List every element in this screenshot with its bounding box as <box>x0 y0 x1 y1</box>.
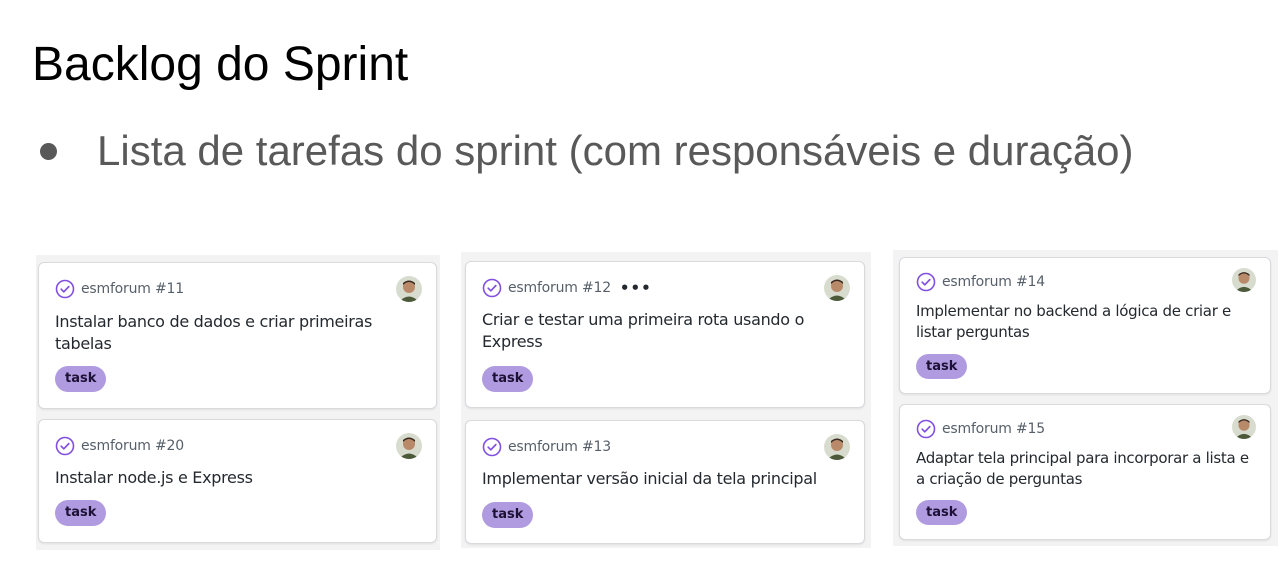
issue-title[interactable]: Adaptar tela principal para incorporar a… <box>916 448 1249 490</box>
slide-title: Backlog do Sprint <box>32 38 409 91</box>
board-column-3: esmforum #14 Implementar no backend a ló… <box>893 250 1278 546</box>
issue-closed-icon <box>916 419 936 439</box>
issue-title[interactable]: Criar e testar uma primeira rota usando … <box>482 309 804 353</box>
bullet-item: Lista de tarefas do sprint (com responsá… <box>40 124 1134 178</box>
issue-closed-icon <box>482 437 502 457</box>
issue-reference[interactable]: esmforum #20 <box>81 438 184 454</box>
issue-title[interactable]: Implementar versão inicial da tela princ… <box>482 468 817 490</box>
avatar[interactable] <box>824 434 850 460</box>
issue-reference[interactable]: esmforum #12 <box>508 280 611 296</box>
task-label[interactable]: task <box>55 500 107 526</box>
board-column-1: esmforum #11 Instalar banco de dados e c… <box>36 255 440 550</box>
issue-title[interactable]: Instalar node.js e Express <box>55 467 253 489</box>
issue-title[interactable]: Instalar banco de dados e criar primeira… <box>55 311 372 355</box>
issue-card[interactable]: esmforum #20 Instalar node.js e Express … <box>38 419 437 543</box>
task-label[interactable]: task <box>55 366 107 392</box>
issue-reference[interactable]: esmforum #15 <box>942 421 1045 437</box>
bullet-dot <box>40 142 57 160</box>
issue-reference[interactable]: esmforum #11 <box>81 281 184 297</box>
task-label[interactable]: task <box>482 502 534 528</box>
issue-closed-icon <box>482 278 502 298</box>
avatar[interactable] <box>396 276 422 302</box>
issue-reference[interactable]: esmforum #13 <box>508 439 611 455</box>
task-label[interactable]: task <box>482 366 534 392</box>
avatar[interactable] <box>824 275 850 301</box>
issue-card[interactable]: esmforum #12 ••• Criar e testar uma prim… <box>465 261 865 408</box>
issue-card[interactable]: esmforum #15 Adaptar tela principal para… <box>899 404 1271 540</box>
bullet-text: Lista de tarefas do sprint (com responsá… <box>97 127 1134 174</box>
avatar[interactable] <box>396 433 422 459</box>
issue-closed-icon <box>916 272 936 292</box>
issue-reference[interactable]: esmforum #14 <box>942 274 1045 290</box>
avatar[interactable] <box>1232 415 1256 439</box>
issue-card[interactable]: esmforum #13 Implementar versão inicial … <box>465 420 865 544</box>
issue-card[interactable]: esmforum #11 Instalar banco de dados e c… <box>38 262 437 409</box>
task-label[interactable]: task <box>916 500 968 525</box>
issue-closed-icon <box>55 436 75 456</box>
issue-card[interactable]: esmforum #14 Implementar no backend a ló… <box>899 257 1271 394</box>
task-label[interactable]: task <box>916 354 968 379</box>
board-column-2: esmforum #12 ••• Criar e testar uma prim… <box>461 252 871 548</box>
issue-closed-icon <box>55 279 75 299</box>
more-options-icon[interactable]: ••• <box>620 281 652 296</box>
issue-title[interactable]: Implementar no backend a lógica de criar… <box>916 301 1231 343</box>
avatar[interactable] <box>1232 268 1256 292</box>
